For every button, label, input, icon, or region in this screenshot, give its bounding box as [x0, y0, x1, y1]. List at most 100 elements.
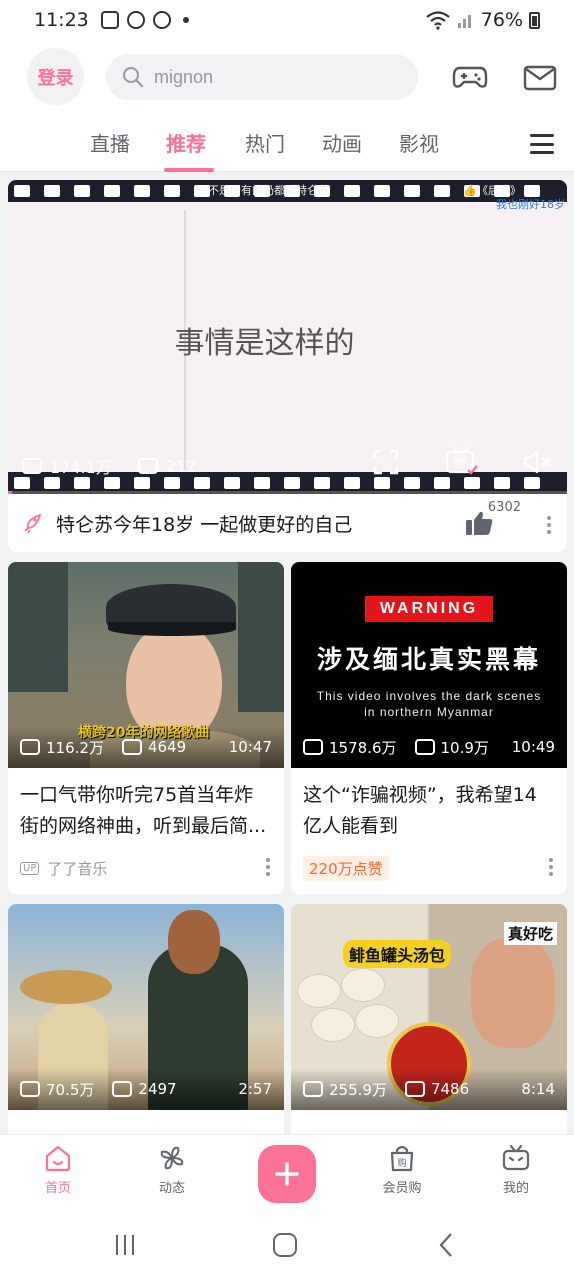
- svg-text:弹: 弹: [454, 457, 466, 471]
- danmaku-count-icon: [137, 458, 158, 474]
- thumbnail-headline: 涉及缅北真实黑幕: [316, 645, 541, 674]
- danmaku-count: 7486: [430, 1080, 470, 1098]
- video-card[interactable]: 鲱鱼罐头汤包 真好吃 255.9万 7486 8:14: [291, 904, 567, 1144]
- thumbnail-english-line: in northern Myanmar: [364, 705, 494, 719]
- nav-mine[interactable]: 我的: [476, 1143, 556, 1196]
- battery-percent: 76%: [480, 9, 523, 31]
- svg-text:购: 购: [397, 1157, 406, 1169]
- danmaku-count-icon: [112, 1081, 133, 1097]
- thumbnail-stats: 255.9万 7486 8:14: [291, 1068, 567, 1110]
- home-button-icon[interactable]: [272, 1232, 298, 1258]
- status-bar: 11:23 76%: [0, 0, 574, 40]
- featured-video-player[interactable]: 不是所有的奶都叫特仑苏 👍《后浪》 我也刚好18岁 事情是这样的 174.1万 …: [8, 180, 567, 494]
- nav-dynamic[interactable]: 动态: [132, 1143, 212, 1196]
- video-card[interactable]: 70.5万 2497 2:57: [8, 904, 284, 1144]
- publish-button[interactable]: [258, 1145, 316, 1203]
- more-options-icon[interactable]: [266, 858, 270, 876]
- plus-icon: [275, 1162, 299, 1186]
- search-icon: [123, 67, 144, 88]
- search-input[interactable]: [154, 66, 394, 88]
- thumbnail-english-text: This video involves the dark scenes in n…: [291, 688, 567, 720]
- video-duration: 10:47: [228, 738, 272, 756]
- pinwheel-icon: [160, 1146, 184, 1170]
- gallery-notification-icon: [100, 11, 119, 29]
- danmaku-count: 10.9万: [440, 738, 489, 757]
- video-duration: 8:14: [521, 1080, 555, 1098]
- video-meta: 220万点赞: [291, 850, 567, 886]
- video-thumbnail[interactable]: 70.5万 2497 2:57: [8, 904, 284, 1110]
- thumbnail-title-overlay: 鲱鱼罐头汤包: [343, 940, 452, 968]
- thumbnail-stats: 116.2万 4649 10:47: [8, 726, 284, 768]
- video-card[interactable]: WARNING 涉及缅北真实黑幕 This video involves the…: [291, 562, 567, 894]
- bottom-navigation: 首页 动态 购 会员购 我的: [0, 1134, 574, 1214]
- login-label: 登录: [37, 67, 74, 89]
- tab-live[interactable]: 直播: [90, 128, 130, 157]
- signal-icon: [457, 15, 471, 28]
- video-duration: 2:57: [238, 1080, 272, 1098]
- video-thumbnail[interactable]: 横跨20年的网络歌曲 116.2万 4649 10:47: [8, 562, 284, 768]
- recent-apps-icon[interactable]: [112, 1232, 138, 1258]
- home-icon: [45, 1145, 71, 1172]
- fullscreen-icon[interactable]: [372, 448, 400, 476]
- search-bar[interactable]: [106, 54, 418, 100]
- shopping-bag-icon: 购: [390, 1145, 414, 1172]
- view-count: 116.2万: [46, 738, 104, 757]
- nav-home-label: 首页: [44, 1181, 71, 1196]
- rocket-icon: [24, 513, 42, 534]
- danmaku-count: 2497: [138, 1080, 177, 1098]
- likes-badge: 220万点赞: [303, 855, 389, 881]
- active-tab-indicator: [164, 168, 214, 172]
- play-count-icon: [22, 458, 42, 474]
- hero-title[interactable]: 特仑苏今年18岁 一起做更好的自己: [56, 510, 352, 537]
- featured-ad-card[interactable]: 不是所有的奶都叫特仑苏 👍《后浪》 我也刚好18岁 事情是这样的 174.1万 …: [8, 180, 567, 552]
- tv-icon: [502, 1144, 530, 1171]
- video-thumbnail[interactable]: 鲱鱼罐头汤包 真好吃 255.9万 7486 8:14: [291, 904, 567, 1110]
- warning-label: WARNING: [365, 596, 493, 622]
- game-controller-icon[interactable]: [452, 60, 488, 94]
- top-header: 登录: [0, 40, 574, 116]
- tab-hot[interactable]: 热门: [245, 128, 285, 157]
- hero-danmaku-count: 212: [165, 456, 197, 476]
- hero-view-count: 174.1万: [50, 458, 112, 477]
- video-title[interactable]: 一口气带你听完75首当年炸街的网络神曲，听到最后简...: [8, 768, 284, 850]
- video-meta: UP 了了音乐: [8, 850, 284, 886]
- status-notification-icons: [100, 11, 189, 29]
- author-name[interactable]: 了了音乐: [47, 858, 107, 879]
- play-count-icon: [20, 739, 40, 755]
- hero-danmaku-blue: 我也刚好18岁: [496, 198, 565, 211]
- hero-info-row: 特仑苏今年18岁 一起做更好的自己 6302: [8, 494, 567, 552]
- up-badge-icon: UP: [20, 861, 40, 875]
- straw-hat: [20, 970, 112, 1004]
- video-thumbnail[interactable]: WARNING 涉及缅北真实黑幕 This video involves the…: [291, 562, 567, 768]
- play-count-icon: [303, 1081, 323, 1097]
- thumbnail-english-line: This video involves the dark scenes: [316, 689, 542, 703]
- android-navigation-bar: [0, 1214, 574, 1280]
- nav-home[interactable]: 首页: [18, 1143, 98, 1196]
- danmaku-count-icon: [404, 1081, 425, 1097]
- category-tabs: 直播 推荐 热门 动画 影视: [0, 116, 574, 172]
- danmaku-count-icon: [121, 739, 142, 755]
- hero-video-caption: 事情是这样的: [174, 326, 355, 361]
- nav-vip-shop[interactable]: 购 会员购: [362, 1143, 442, 1196]
- tabs-menu-button[interactable]: [530, 134, 554, 154]
- view-count: 70.5万: [46, 1080, 95, 1099]
- thumbnail-stats: 70.5万 2497 2:57: [8, 1068, 284, 1110]
- login-button[interactable]: 登录: [27, 48, 84, 105]
- video-title[interactable]: 这个“诈骗视频”，我希望14亿人能看到: [291, 768, 567, 850]
- more-options-icon[interactable]: [547, 516, 551, 534]
- nav-dynamic-label: 动态: [158, 1181, 185, 1196]
- back-icon[interactable]: [434, 1232, 460, 1258]
- tab-anime[interactable]: 动画: [322, 128, 362, 157]
- play-count-icon: [303, 739, 323, 755]
- mail-icon[interactable]: [522, 60, 558, 94]
- video-card[interactable]: 横跨20年的网络歌曲 116.2万 4649 10:47 一口气带你听完75首当…: [8, 562, 284, 894]
- danmaku-count-icon: [414, 739, 435, 755]
- danmaku-toggle-icon[interactable]: 弹: [444, 446, 478, 476]
- tab-recommend[interactable]: 推荐: [166, 128, 206, 157]
- view-count: 255.9万: [329, 1080, 387, 1099]
- mute-icon[interactable]: [522, 448, 552, 476]
- app-notification-icon-2: [152, 11, 171, 29]
- more-options-icon[interactable]: [549, 858, 553, 876]
- battery-icon: [529, 11, 540, 29]
- tab-film[interactable]: 影视: [399, 128, 439, 157]
